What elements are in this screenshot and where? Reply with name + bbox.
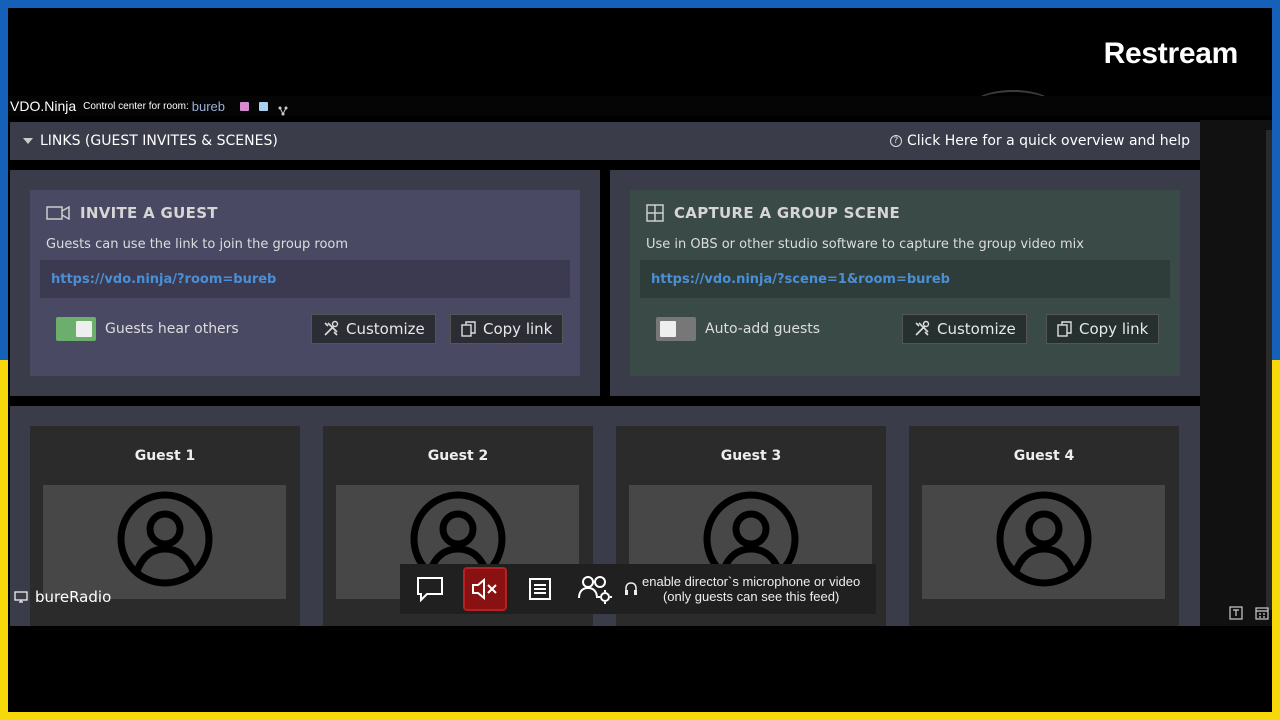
headset-icon [625,582,637,595]
help-link[interactable]: ? Click Here for a quick overview and he… [889,133,1190,149]
caret-down-icon [23,138,33,144]
guest-slot-4[interactable]: Guest 4 [909,426,1179,626]
broadcaster-label: bureRadio [14,588,111,606]
capture-scene-card: CAPTURE A GROUP SCENE Use in OBS or othe… [630,190,1180,376]
translate-icon[interactable] [1228,605,1244,621]
bottom-area [8,626,1272,712]
user-avatar-icon [996,491,1091,587]
restream-brand: Restream [1103,37,1239,70]
help-circle-icon: ? [889,135,902,147]
layout-button[interactable] [518,567,562,611]
chat-icon [417,577,443,602]
app-name: VDO.Ninja [10,98,77,114]
invite-guest-card: INVITE A GUEST Guests can use the link t… [30,190,580,376]
control-center-caption: Control center for room: [83,100,189,112]
calendar-icon[interactable] [1254,605,1270,621]
scene-copy-label: Copy link [1079,320,1149,338]
corner-icons [1218,605,1270,621]
links-section-header[interactable]: LINKS (GUEST INVITES & SCENES) ? Click H… [10,122,1200,160]
document-icon[interactable] [259,101,268,111]
scene-copy-link-button[interactable]: Copy link [1046,314,1160,344]
invite-customize-button[interactable]: Customize [311,314,436,344]
tools-icon [324,320,339,336]
guests-hear-others-label: Guests hear others [105,321,239,337]
copy-icon [1057,321,1072,337]
links-section-title: LINKS (GUEST INVITES & SCENES) [40,133,278,149]
broadcaster-name: bureRadio [35,588,112,606]
scene-customize-label: Customize [937,320,1016,338]
share-icon[interactable] [278,101,288,116]
grid-icon [646,204,664,222]
guest-name: Guest 1 [134,448,196,464]
scene-panel: CAPTURE A GROUP SCENE Use in OBS or othe… [610,170,1200,396]
director-toolbar: enable director`s microphone or video (o… [400,564,876,614]
invite-panel: INVITE A GUEST Guests can use the link t… [10,170,600,396]
room-name: bureb [191,98,225,114]
invite-description: Guests can use the link to join the grou… [46,237,349,252]
user-avatar-icon [117,491,212,587]
invite-link[interactable]: https://vdo.ninja/?room=bureb [40,260,570,298]
guest-name: Guest 2 [427,448,489,464]
copy-icon [461,321,476,337]
app-title-bar: VDO.Ninja Control center for room: bureb [8,96,1272,116]
invite-copy-label: Copy link [483,320,553,338]
guest-video-placeholder [43,485,286,599]
scene-description: Use in OBS or other studio software to c… [646,237,1084,252]
invite-customize-label: Customize [346,320,425,338]
chat-button[interactable] [408,567,452,611]
invite-title: INVITE A GUEST [80,204,218,222]
invite-copy-link-button[interactable]: Copy link [450,314,564,344]
director-media-button[interactable]: enable director`s microphone or video (o… [624,574,860,604]
scene-link[interactable]: https://vdo.ninja/?scene=1&room=bureb [640,260,1170,298]
document-list-icon [529,578,551,600]
save-icon[interactable] [240,101,249,111]
guest-name: Guest 3 [720,448,782,464]
video-camera-icon [46,206,70,220]
director-media-line2: (only guests can see this feed) [662,589,840,604]
speaker-muted-icon [472,577,497,601]
mute-speaker-button[interactable] [463,567,507,611]
stream-screen: Restream VDO.Ninja Control center for ro… [8,8,1272,712]
auto-add-guests-toggle[interactable] [656,317,696,341]
guest-settings-button[interactable] [573,567,617,611]
guests-hear-others-toggle[interactable] [56,317,96,341]
guest-video-placeholder [922,485,1165,599]
guest-name: Guest 4 [1013,448,1075,464]
right-edge-panel [1200,120,1272,626]
help-link-label: Click Here for a quick overview and help [906,133,1190,149]
monitor-icon [14,591,28,603]
users-settings-icon [578,576,612,604]
scene-title: CAPTURE A GROUP SCENE [674,204,901,222]
scene-customize-button[interactable]: Customize [902,314,1027,344]
director-media-line1: enable director`s microphone or video [642,574,861,589]
auto-add-guests-label: Auto-add guests [705,321,821,337]
tools-icon [915,320,930,336]
